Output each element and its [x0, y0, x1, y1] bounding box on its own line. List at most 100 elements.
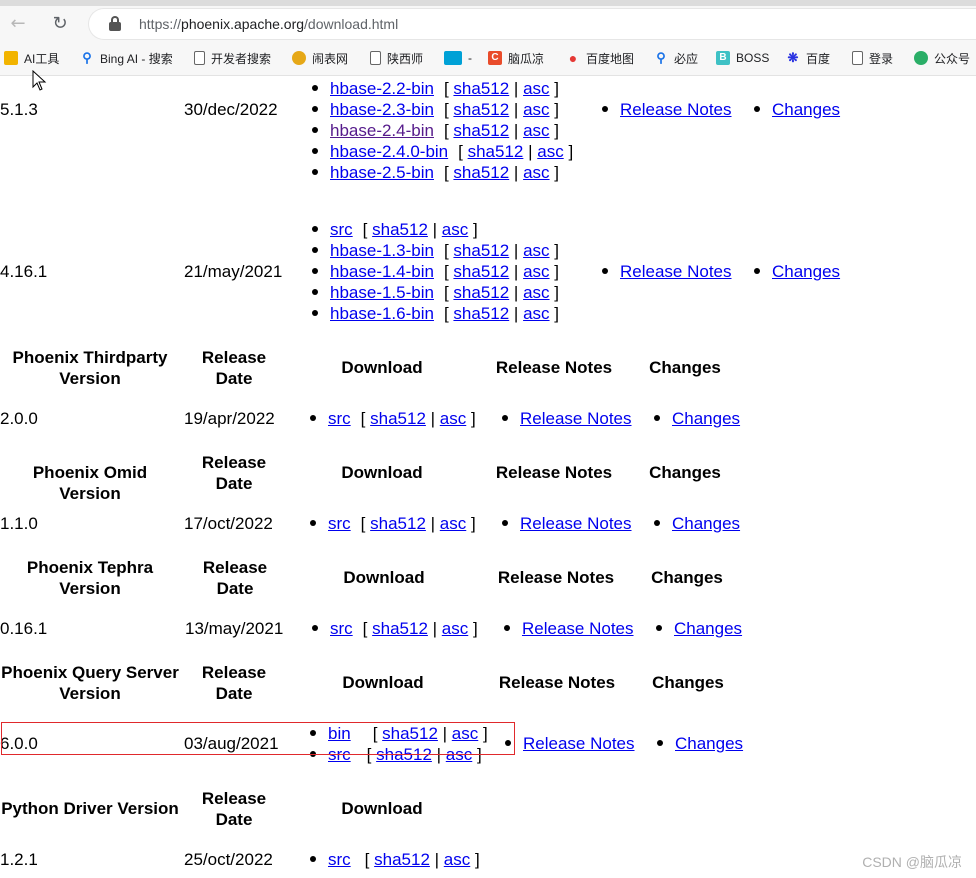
download-link[interactable]: hbase-2.4.0-bin — [330, 142, 448, 161]
bookmark-item[interactable]: 开发者搜索 — [194, 49, 271, 67]
sha512-link[interactable]: sha512 — [370, 514, 426, 533]
url-scheme: https:// — [139, 16, 182, 32]
sha512-link[interactable]: sha512 — [453, 163, 509, 182]
bullet-icon — [602, 105, 608, 112]
bookmark-item[interactable]: ❋ 百度 — [786, 49, 830, 67]
release-date-cell: 13/may/2021 — [185, 619, 284, 638]
reload-icon[interactable]: ↻ — [48, 12, 72, 36]
asc-link[interactable]: asc — [523, 304, 549, 323]
url-text[interactable]: https://phoenix.apache.org/download.html — [139, 16, 398, 32]
sha512-link[interactable]: sha512 — [453, 121, 509, 140]
release-notes-link[interactable]: Release Notes — [523, 734, 635, 753]
src-link[interactable]: src — [328, 409, 351, 428]
asc-link[interactable]: asc — [523, 283, 549, 302]
changes-link[interactable]: Changes — [672, 409, 740, 428]
sha512-link[interactable]: sha512 — [453, 283, 509, 302]
bookmark-item[interactable]: 登录 — [852, 49, 893, 67]
bookmark-item[interactable]: ⚲ 必应 — [654, 49, 698, 67]
bullet-icon — [312, 147, 318, 154]
release-notes-link[interactable]: Release Notes — [620, 262, 732, 281]
bookmark-label: 陕西师 — [387, 51, 424, 66]
sha512-link[interactable]: sha512 — [372, 619, 428, 638]
asc-link[interactable]: asc — [442, 619, 468, 638]
download-link[interactable]: hbase-2.3-bin — [330, 100, 434, 119]
back-arrow-icon[interactable]: ← — [6, 12, 30, 36]
bullet-icon — [656, 624, 662, 631]
asc-link[interactable]: asc — [537, 142, 563, 161]
address-bar[interactable]: https://phoenix.apache.org/download.html — [88, 8, 976, 40]
src-link[interactable]: src — [330, 619, 353, 638]
bookmarks-bar: AI工具 ⚲ Bing AI - 搜索 开发者搜索 闹表网 陕西师 - C 脑瓜… — [0, 44, 976, 72]
download-link[interactable]: hbase-1.3-bin — [330, 241, 434, 260]
sha512-link[interactable]: sha512 — [453, 100, 509, 119]
sha512-link[interactable]: sha512 — [453, 262, 509, 281]
bookmark-item[interactable]: ● 百度地图 — [566, 49, 634, 67]
download-item: hbase-1.4-bin[ sha512 | asc ] — [312, 262, 559, 282]
version-cell: 1.2.1 — [0, 850, 38, 869]
download-link[interactable]: hbase-2.2-bin — [330, 79, 434, 98]
asc-link[interactable]: asc — [444, 850, 470, 869]
sha512-link[interactable]: sha512 — [453, 79, 509, 98]
column-header-version: Phoenix Tephra Version — [26, 558, 154, 598]
bookmark-item[interactable]: 公众号 — [914, 49, 970, 67]
column-header-release-notes: Release Notes — [497, 568, 615, 587]
bookmark-item[interactable]: B BOSS — [716, 49, 769, 67]
sha512-link[interactable]: sha512 — [370, 409, 426, 428]
download-link[interactable]: hbase-1.4-bin — [330, 262, 434, 281]
download-link[interactable]: hbase-1.6-bin — [330, 304, 434, 323]
src-link[interactable]: src — [328, 514, 351, 533]
bookmark-item[interactable]: C 脑瓜凉 — [488, 49, 544, 67]
bookmark-item[interactable]: ⚲ Bing AI - 搜索 — [80, 49, 172, 67]
asc-link[interactable]: asc — [523, 262, 549, 281]
changes-item: Changes — [656, 619, 742, 639]
tab-strip — [0, 0, 976, 6]
sha512-link[interactable]: sha512 — [453, 304, 509, 323]
release-date-cell: 25/oct/2022 — [184, 850, 273, 869]
bullet-icon — [310, 519, 316, 526]
asc-link[interactable]: asc — [523, 241, 549, 260]
asc-link[interactable]: asc — [440, 409, 466, 428]
asc-link[interactable]: asc — [523, 79, 549, 98]
asc-link[interactable]: asc — [523, 121, 549, 140]
bookmark-label: 登录 — [869, 51, 894, 66]
download-link[interactable]: hbase-2.4-bin — [330, 121, 434, 140]
page-icon — [370, 51, 381, 65]
sha512-link[interactable]: sha512 — [453, 241, 509, 260]
asc-link[interactable]: asc — [442, 220, 468, 239]
column-header-changes: Changes — [652, 673, 724, 692]
src-link[interactable]: src — [328, 850, 351, 869]
sha512-link[interactable]: sha512 — [374, 850, 430, 869]
asc-link[interactable]: asc — [440, 514, 466, 533]
changes-link[interactable]: Changes — [772, 262, 840, 281]
bookmark-item[interactable]: - — [444, 49, 472, 67]
download-item: src[ sha512 | asc ] — [310, 850, 480, 870]
download-link[interactable]: src — [330, 220, 353, 239]
bookmark-item[interactable]: AI工具 — [4, 49, 59, 67]
bookmark-item[interactable]: 陕西师 — [370, 49, 423, 67]
bookmark-label: 百度地图 — [586, 51, 635, 66]
asc-link[interactable]: asc — [523, 163, 549, 182]
search-icon: ⚲ — [656, 50, 666, 65]
changes-link[interactable]: Changes — [772, 100, 840, 119]
release-notes-link[interactable]: Release Notes — [520, 409, 632, 428]
download-link[interactable]: hbase-2.5-bin — [330, 163, 434, 182]
search-icon: ⚲ — [82, 50, 92, 65]
download-link[interactable]: hbase-1.5-bin — [330, 283, 434, 302]
download-item: hbase-2.5-bin[ sha512 | asc ] — [312, 163, 559, 183]
release-notes-link[interactable]: Release Notes — [522, 619, 634, 638]
release-notes-link[interactable]: Release Notes — [620, 100, 732, 119]
sha512-link[interactable]: sha512 — [372, 220, 428, 239]
release-notes-item: Release Notes — [502, 514, 632, 534]
asc-link[interactable]: asc — [523, 100, 549, 119]
sha512-link[interactable]: sha512 — [468, 142, 524, 161]
changes-link[interactable]: Changes — [674, 619, 742, 638]
bookmark-item[interactable]: 闹表网 — [292, 49, 348, 67]
release-notes-link[interactable]: Release Notes — [520, 514, 632, 533]
bullet-icon — [310, 855, 316, 862]
bullet-icon — [754, 105, 760, 112]
changes-link[interactable]: Changes — [675, 734, 743, 753]
column-header-changes: Changes — [649, 463, 721, 482]
bullet-icon — [657, 739, 663, 746]
bullet-icon — [312, 624, 318, 631]
changes-link[interactable]: Changes — [672, 514, 740, 533]
